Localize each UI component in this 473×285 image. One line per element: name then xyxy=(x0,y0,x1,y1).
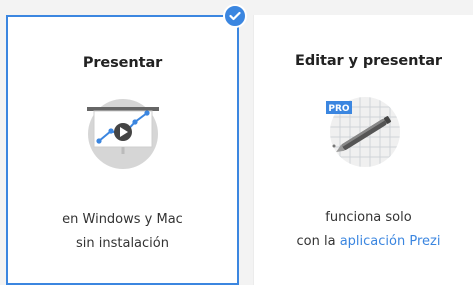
option-card-edit-present[interactable]: Editar y presentar PRO funciona solo con… xyxy=(253,15,473,285)
description-line: funciona solo xyxy=(325,210,412,225)
card-title: Editar y presentar xyxy=(295,53,442,69)
card-title: Presentar xyxy=(82,55,163,71)
option-card-present[interactable]: Presentar en Windows y Mac sin instalaci… xyxy=(6,15,239,285)
description-line: con la aplicación Prezi xyxy=(254,230,473,254)
card-description: funciona solo con la aplicación Prezi xyxy=(254,206,473,254)
pro-pen-icon: PRO xyxy=(326,93,404,171)
checkmark-icon xyxy=(223,4,247,28)
description-prefix: con la xyxy=(296,234,340,249)
card-description: en Windows y Mac sin instalación xyxy=(8,208,237,256)
presentation-screen-play-icon xyxy=(84,95,162,173)
prezi-app-link[interactable]: aplicación Prezi xyxy=(340,234,441,249)
description-line: en Windows y Mac xyxy=(62,212,183,227)
pro-badge: PRO xyxy=(328,104,350,114)
description-line: sin instalación xyxy=(76,236,169,251)
